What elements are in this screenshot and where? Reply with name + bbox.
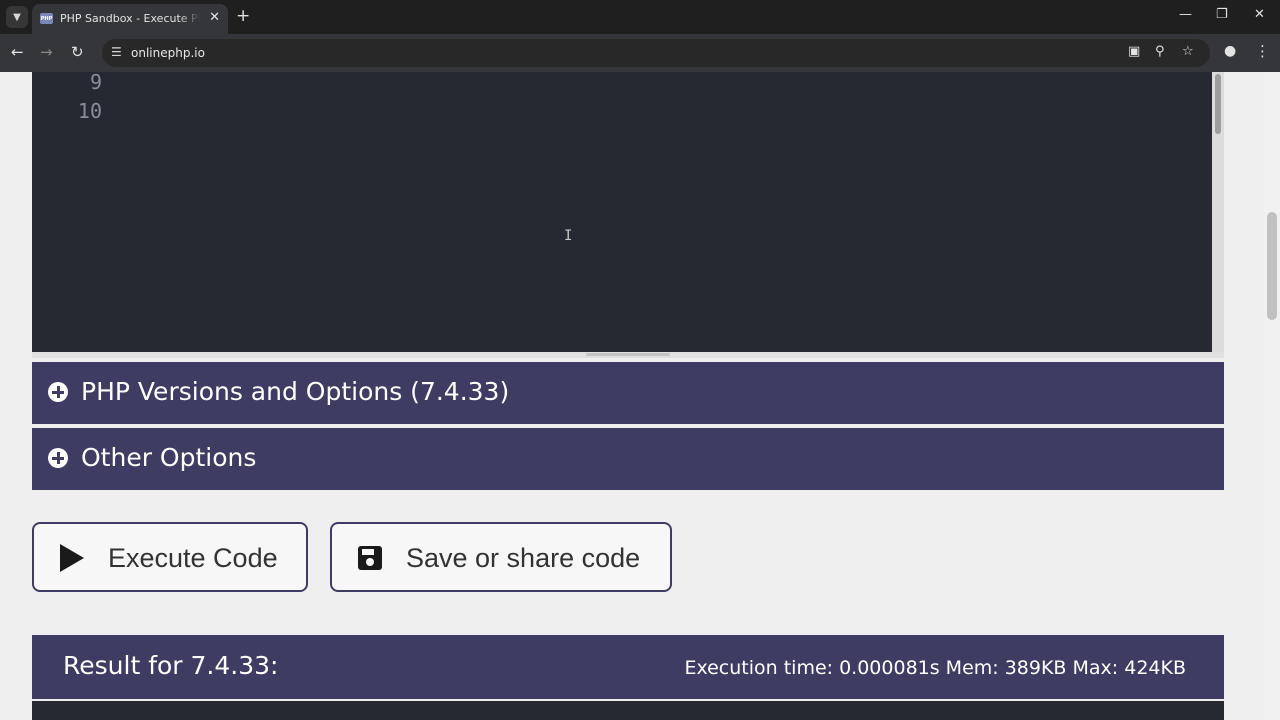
page-scrollbar[interactable] bbox=[1264, 72, 1280, 720]
tab-search-chevron-down-icon[interactable]: ▼ bbox=[6, 6, 28, 28]
url-text[interactable]: onlinephp.io bbox=[131, 46, 205, 60]
text-cursor-icon: I bbox=[564, 228, 573, 244]
other-options-panel[interactable]: Other Options bbox=[32, 428, 1224, 490]
execute-code-button[interactable]: Execute Code bbox=[32, 522, 308, 592]
resize-handle[interactable] bbox=[586, 353, 670, 356]
maximize-icon[interactable]: ❐ bbox=[1216, 7, 1228, 22]
php-versions-label: PHP Versions and Options (7.4.33) bbox=[81, 377, 510, 406]
code-editor[interactable]: 9 10 I bbox=[32, 72, 1224, 352]
address-bar[interactable]: ☰ onlinephp.io ▣ ⚲ ☆ bbox=[102, 39, 1210, 67]
php-favicon-icon: PHP bbox=[40, 13, 53, 24]
cast-icon[interactable]: ▣ bbox=[1128, 44, 1140, 59]
php-versions-panel[interactable]: PHP Versions and Options (7.4.33) bbox=[32, 362, 1224, 424]
play-icon bbox=[60, 544, 84, 572]
window-close-icon[interactable]: ✕ bbox=[1254, 7, 1265, 22]
result-header: Result for 7.4.33: Execution time: 0.000… bbox=[32, 635, 1224, 699]
floppy-disk-icon bbox=[358, 546, 382, 570]
execution-stats: Execution time: 0.000081s Mem: 389KB Max… bbox=[684, 657, 1186, 679]
plus-circle-icon bbox=[48, 448, 68, 468]
browser-toolbar: ← → ↻ ☰ onlinephp.io ▣ ⚲ ☆ ● ⋮ bbox=[0, 34, 1280, 72]
new-tab-plus-icon[interactable]: + bbox=[236, 6, 250, 26]
result-output bbox=[32, 701, 1224, 720]
other-options-label: Other Options bbox=[81, 443, 257, 472]
browser-tab[interactable]: PHP PHP Sandbox - Execute PHP code onlin… bbox=[32, 4, 228, 34]
zoom-icon[interactable]: ⚲ bbox=[1155, 44, 1165, 59]
line-number: 9 bbox=[89, 72, 102, 94]
line-number: 10 bbox=[77, 99, 102, 123]
profile-person-icon[interactable]: ● bbox=[1224, 43, 1236, 59]
editor-scrollbar[interactable] bbox=[1212, 72, 1224, 352]
site-info-tune-icon[interactable]: ☰ bbox=[111, 45, 122, 59]
editor-scrollbar-thumb[interactable] bbox=[1215, 74, 1221, 134]
minimize-icon[interactable]: — bbox=[1179, 7, 1192, 22]
tab-close-icon[interactable]: ✕ bbox=[209, 10, 220, 25]
page-scrollbar-thumb[interactable] bbox=[1267, 212, 1277, 320]
reload-icon[interactable]: ↻ bbox=[71, 43, 84, 61]
browser-tab-strip: ▼ PHP PHP Sandbox - Execute PHP code onl… bbox=[0, 0, 1280, 34]
save-share-label: Save or share code bbox=[406, 543, 641, 573]
tab-title: PHP Sandbox - Execute PHP code online bbox=[60, 12, 200, 25]
bookmark-star-icon[interactable]: ☆ bbox=[1182, 44, 1194, 59]
result-title: Result for 7.4.33: bbox=[63, 651, 279, 680]
plus-circle-icon bbox=[48, 382, 68, 402]
back-arrow-icon[interactable]: ← bbox=[11, 43, 24, 61]
save-share-button[interactable]: Save or share code bbox=[330, 522, 672, 592]
menu-kebab-icon[interactable]: ⋮ bbox=[1255, 42, 1270, 60]
forward-arrow-icon[interactable]: → bbox=[40, 43, 53, 61]
execute-code-label: Execute Code bbox=[108, 543, 278, 573]
editor-resize-bar[interactable] bbox=[32, 352, 1224, 358]
